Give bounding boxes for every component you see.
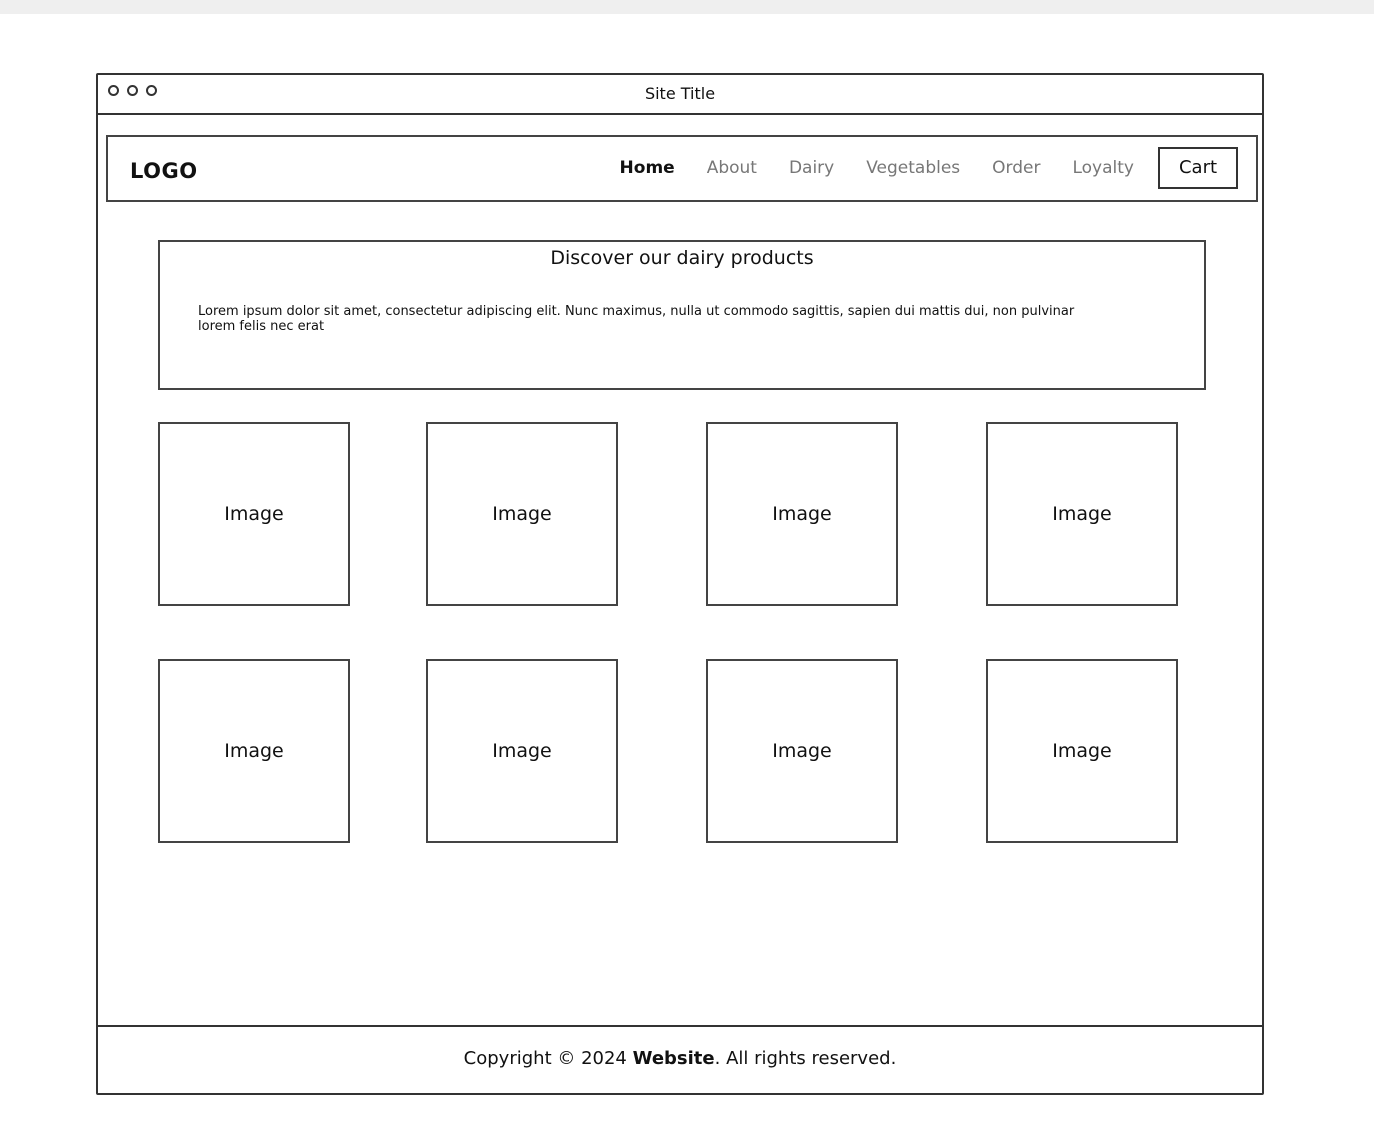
- image-placeholder-5[interactable]: Image: [158, 659, 350, 843]
- nav-item-home[interactable]: Home: [620, 146, 675, 190]
- image-placeholder-7[interactable]: Image: [706, 659, 898, 843]
- footer-brand: Website: [632, 1048, 715, 1069]
- image-placeholder-8[interactable]: Image: [986, 659, 1178, 843]
- window-titlebar: Site Title: [98, 75, 1262, 115]
- footer-copyright-suffix: . All rights reserved.: [714, 1048, 897, 1069]
- nav-item-vegetables[interactable]: Vegetables: [866, 146, 960, 190]
- image-placeholder-3[interactable]: Image: [706, 422, 898, 606]
- top-strip: [0, 0, 1374, 14]
- nav-item-loyalty[interactable]: Loyalty: [1072, 146, 1134, 190]
- nav-item-about[interactable]: About: [707, 146, 757, 190]
- image-placeholder-2[interactable]: Image: [426, 422, 618, 606]
- cart-button[interactable]: Cart: [1158, 147, 1238, 189]
- hero-title: Discover our dairy products: [550, 247, 814, 269]
- footer-copyright-prefix: Copyright © 2024: [463, 1048, 633, 1069]
- image-placeholder-1[interactable]: Image: [158, 422, 350, 606]
- logo[interactable]: LOGO: [130, 159, 198, 183]
- main-nav: Home About Dairy Vegetables Order Loyalt…: [588, 146, 1238, 190]
- hero-body: Lorem ipsum dolor sit amet, consectetur …: [198, 304, 1075, 334]
- nav-item-dairy[interactable]: Dairy: [789, 146, 834, 190]
- image-placeholder-6[interactable]: Image: [426, 659, 618, 843]
- hero-section: Discover our dairy products Lorem ipsum …: [158, 240, 1206, 390]
- image-placeholder-4[interactable]: Image: [986, 422, 1178, 606]
- browser-window: Site Title LOGO Home About Dairy Vegetab…: [96, 73, 1264, 1095]
- navbar: LOGO Home About Dairy Vegetables Order L…: [106, 135, 1258, 202]
- footer: Copyright © 2024 Website. All rights res…: [98, 1025, 1262, 1093]
- nav-item-order[interactable]: Order: [992, 146, 1040, 190]
- site-title: Site Title: [644, 84, 716, 103]
